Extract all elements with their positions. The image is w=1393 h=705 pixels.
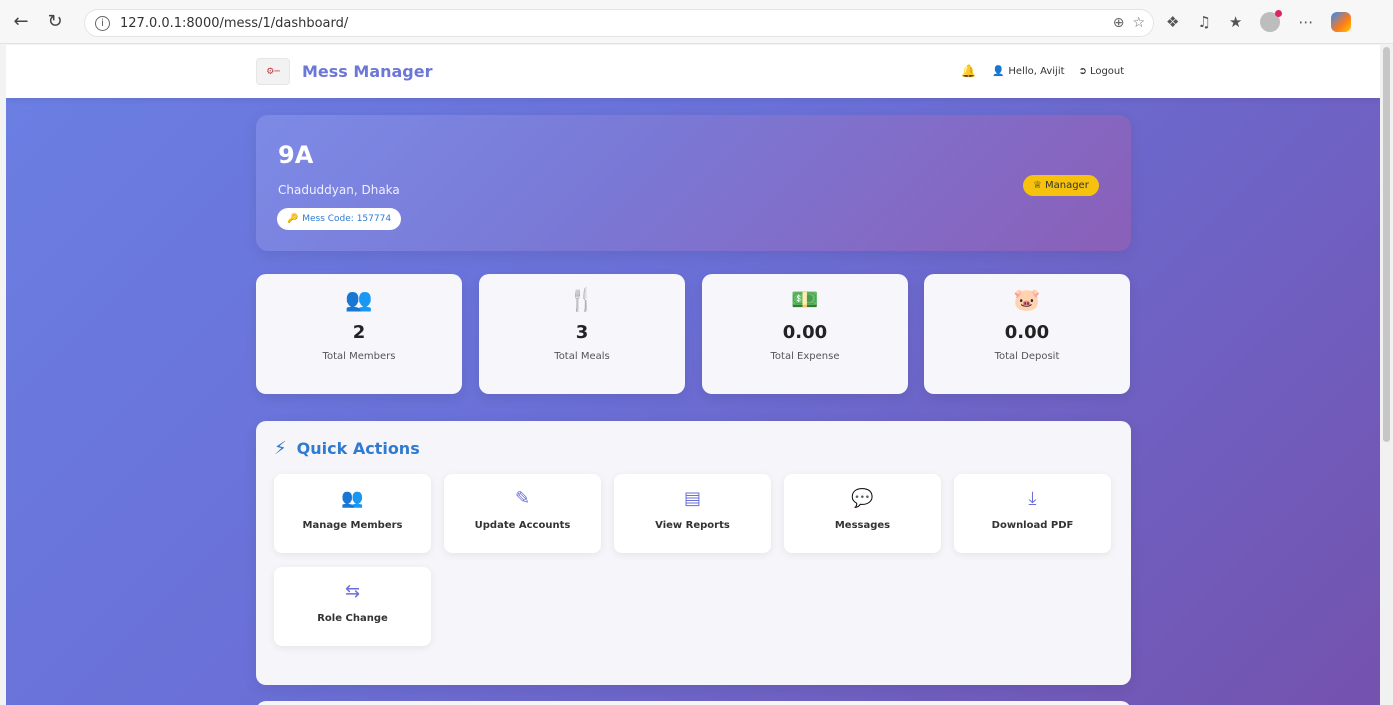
action-label: View Reports [655, 520, 730, 531]
favorite-star-icon[interactable]: ☆ [1132, 15, 1145, 31]
stat-label: Total Members [322, 351, 396, 362]
logout-text: Logout [1089, 65, 1125, 77]
user-icon: 👤 [991, 65, 1005, 77]
mess-name: 9A [278, 141, 314, 169]
mess-code-text: Mess Code: 157774 [302, 214, 392, 224]
stat-card-expense: 💵 0.00 Total Expense [702, 274, 908, 394]
read-aloud-icon[interactable]: ♫ [1197, 13, 1210, 31]
address-url: 127.0.0.1:8000/mess/1/dashboard/ [120, 15, 349, 31]
browser-toolbar: ← ↻ i 127.0.0.1:8000/mess/1/dashboard/ ⊕… [0, 0, 1393, 44]
zoom-icon[interactable]: ⊕ [1113, 15, 1125, 31]
action-label: Messages [834, 520, 891, 531]
edit-icon: ✎ [514, 488, 531, 509]
next-section-card [256, 701, 1131, 705]
stat-value: 3 [575, 322, 589, 343]
scrollbar-thumb[interactable] [1383, 47, 1390, 442]
view-reports-button[interactable]: ▤ View Reports [614, 474, 771, 553]
page-scrollbar[interactable] [1380, 45, 1393, 705]
quick-actions-heading: ⚡ Quick Actions [274, 438, 420, 459]
nav-right: 🔔 👤 Hello, Avijit ➲ Logout [961, 64, 1124, 78]
piggy-bank-icon: 🐷 [1013, 288, 1041, 313]
quick-actions-card: ⚡ Quick Actions 👥 Manage Members ✎ Updat… [256, 421, 1131, 685]
mess-code-badge: 🔑 Mess Code: 157774 [277, 208, 402, 230]
stat-label: Total Deposit [994, 351, 1060, 362]
brand-logo-icon: ⚙─ [256, 58, 290, 85]
action-label: Role Change [317, 613, 388, 624]
mess-header-card: 9A Chaduddyan, Dhaka 🔑 Mess Code: 157774… [256, 115, 1131, 251]
stat-value: 2 [352, 322, 366, 343]
stat-card-deposit: 🐷 0.00 Total Deposit [924, 274, 1130, 394]
money-icon: 💵 [791, 288, 819, 313]
stat-card-members: 👥 2 Total Members [256, 274, 462, 394]
users-icon: 👥 [345, 288, 373, 313]
favorites-icon[interactable]: ★ [1229, 13, 1242, 31]
logout-icon: ➲ [1078, 65, 1087, 77]
dashboard-page: ⚙─ Mess Manager 🔔 👤 Hello, Avijit ➲ Logo… [6, 45, 1380, 705]
update-accounts-button[interactable]: ✎ Update Accounts [444, 474, 601, 553]
profile-avatar[interactable] [1260, 10, 1283, 32]
info-icon[interactable]: i [95, 15, 110, 31]
brand-name: Mess Manager [302, 62, 433, 81]
download-pdf-button[interactable]: ⤓ Download PDF [954, 474, 1111, 553]
action-label: Update Accounts [474, 520, 571, 531]
stat-value: 0.00 [782, 322, 828, 343]
download-icon: ⤓ [1028, 488, 1037, 509]
action-label: Manage Members [302, 520, 403, 531]
role-text: Manager [1044, 180, 1089, 191]
messages-button[interactable]: 💬 Messages [784, 474, 941, 553]
address-bar[interactable]: i 127.0.0.1:8000/mess/1/dashboard/ ⊕ ☆ [84, 9, 1154, 37]
manage-members-button[interactable]: 👥 Manage Members [274, 474, 431, 553]
back-icon[interactable]: ← [10, 11, 32, 33]
crown-icon: ♕ [1033, 180, 1042, 191]
action-label: Download PDF [991, 520, 1074, 531]
bolt-icon: ⚡ [274, 438, 287, 459]
chart-icon: ▤ [683, 488, 701, 509]
navbar: ⚙─ Mess Manager 🔔 👤 Hello, Avijit ➲ Logo… [6, 45, 1380, 98]
greeting-text: Hello, Avijit [1008, 65, 1065, 77]
copilot-icon[interactable] [1331, 12, 1352, 32]
stat-label: Total Meals [554, 351, 610, 362]
quick-actions-title: Quick Actions [296, 439, 420, 458]
users-icon: 👥 [341, 488, 364, 509]
stat-label: Total Expense [770, 351, 840, 362]
brand[interactable]: ⚙─ Mess Manager [256, 58, 433, 85]
logout-link[interactable]: ➲ Logout [1079, 66, 1125, 77]
exchange-icon: ⇆ [344, 581, 361, 602]
role-change-button[interactable]: ⇆ Role Change [274, 567, 431, 646]
bell-icon[interactable]: 🔔 [961, 64, 976, 78]
more-icon[interactable]: ⋯ [1298, 13, 1313, 31]
stat-value: 0.00 [1004, 322, 1050, 343]
stat-card-meals: 🍴 3 Total Meals [479, 274, 685, 394]
user-greeting[interactable]: 👤 Hello, Avijit [992, 66, 1065, 77]
comments-icon: 💬 [851, 488, 874, 509]
refresh-icon[interactable]: ↻ [44, 11, 66, 33]
extensions-icon[interactable]: ❖ [1166, 13, 1179, 31]
key-icon: 🔑 [287, 214, 299, 224]
utensils-icon: 🍴 [568, 288, 596, 313]
role-badge: ♕ Manager [1023, 175, 1099, 196]
mess-address: Chaduddyan, Dhaka [278, 183, 400, 197]
